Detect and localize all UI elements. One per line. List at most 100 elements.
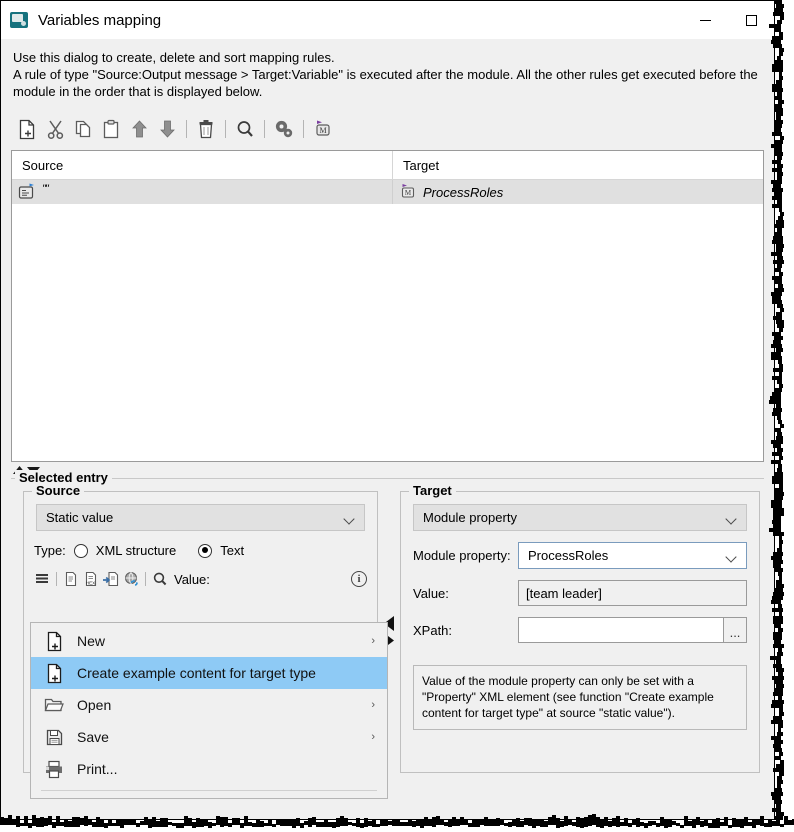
title-bar: Variables mapping — [1, 1, 774, 39]
search-icon[interactable] — [150, 569, 170, 589]
module-property-row: Module property: ProcessRoles — [401, 542, 759, 569]
menu-item-open[interactable]: Open › — [31, 689, 387, 721]
screenshot-bottom-gutter — [0, 820, 794, 832]
target-panel: Target Module property Module property: … — [400, 491, 760, 773]
window-controls — [682, 1, 774, 39]
copy-icon[interactable] — [69, 115, 97, 143]
target-value-row: Value: [team leader] — [401, 580, 759, 606]
module-property-label: Module property: — [413, 548, 518, 563]
chevron-right-icon: › — [371, 635, 379, 647]
target-hint-text: Value of the module property can only be… — [413, 665, 747, 730]
source-value-toolbar: HEX — [24, 568, 377, 590]
menu-item-new-label: New — [67, 633, 371, 649]
svg-text:M: M — [405, 189, 412, 197]
info-icon[interactable]: i — [351, 571, 367, 587]
type-label: Type: — [34, 543, 66, 558]
table-row[interactable]: "" M ProcessRoles — [12, 180, 763, 204]
source-value-label: Value: — [174, 572, 210, 587]
chevron-right-icon: › — [371, 699, 379, 711]
menu-item-open-label: Open — [67, 697, 371, 713]
move-up-icon[interactable] — [125, 115, 153, 143]
chevron-right-icon: › — [371, 731, 379, 743]
svg-text:HEX: HEX — [85, 581, 94, 586]
source-type-combo[interactable]: Static value — [36, 504, 365, 531]
target-legend: Target — [409, 483, 456, 498]
source-type-radio-group: Type: XML structure Text — [24, 543, 377, 558]
cut-icon[interactable] — [41, 115, 69, 143]
new-icon[interactable] — [13, 115, 41, 143]
menu-item-print[interactable]: Print... — [31, 753, 387, 785]
xpath-browse-button[interactable]: ... — [723, 617, 747, 643]
xpath-label: XPath: — [413, 623, 518, 638]
toolbar-separator — [225, 120, 226, 138]
text-view-icon[interactable] — [61, 569, 81, 589]
main-toolbar: M — [1, 108, 774, 150]
save-disk-icon — [41, 728, 67, 747]
maximize-button[interactable] — [728, 1, 774, 39]
minimize-icon — [700, 20, 711, 21]
import-file-icon[interactable] — [101, 569, 121, 589]
module-property-icon: M — [399, 183, 417, 201]
column-header-source[interactable]: Source — [12, 151, 393, 179]
dialog-window: Variables mapping Use this dialog to cre… — [0, 0, 775, 820]
paste-icon[interactable] — [97, 115, 125, 143]
target-type-combo[interactable]: Module property — [413, 504, 747, 531]
move-down-icon[interactable] — [153, 115, 181, 143]
settings-icon[interactable] — [270, 115, 298, 143]
menu-item-create-example-content-label: Create example content for target type — [67, 665, 379, 681]
printer-icon — [41, 760, 67, 779]
cell-source-text: "" — [42, 183, 48, 195]
chevron-down-icon — [345, 515, 355, 521]
column-header-target[interactable]: Target — [393, 151, 763, 179]
module-property-combo[interactable]: ProcessRoles — [518, 542, 747, 569]
cell-target[interactable]: M ProcessRoles — [393, 180, 763, 204]
web-link-icon[interactable] — [121, 569, 141, 589]
menu-item-save-label: Save — [67, 729, 371, 745]
module-property-icon[interactable]: M — [309, 115, 337, 143]
static-value-icon — [18, 183, 36, 201]
toolbar-separator — [303, 120, 304, 138]
svg-text:M: M — [319, 126, 326, 135]
maximize-icon — [746, 15, 757, 26]
description-line-2: A rule of type "Source:Output message > … — [13, 66, 762, 100]
module-property-value: ProcessRoles — [528, 548, 608, 563]
list-splitter-handle[interactable] — [13, 464, 774, 476]
chevron-down-icon — [727, 515, 737, 521]
cell-target-text: ProcessRoles — [423, 185, 503, 200]
target-type-combo-value: Module property — [423, 510, 517, 525]
source-type-combo-value: Static value — [46, 510, 113, 525]
cell-source[interactable]: "" — [12, 180, 393, 204]
folder-open-icon — [41, 696, 67, 714]
source-legend: Source — [32, 483, 84, 498]
new-document-icon — [41, 663, 67, 684]
radio-text-label: Text — [220, 543, 244, 558]
target-value-field[interactable]: [team leader] — [518, 580, 747, 606]
new-document-icon — [41, 631, 67, 652]
source-context-menu[interactable]: New › Create example content for target … — [30, 622, 388, 799]
radio-text[interactable] — [198, 544, 212, 558]
target-value-label: Value: — [413, 586, 518, 601]
search-icon[interactable] — [231, 115, 259, 143]
toolbar-separator — [56, 572, 57, 586]
delete-icon[interactable] — [192, 115, 220, 143]
minimize-button[interactable] — [682, 1, 728, 39]
screenshot-right-gutter — [775, 0, 794, 832]
app-monitor-icon — [10, 12, 28, 28]
menu-item-print-label: Print... — [67, 761, 379, 777]
xpath-input[interactable] — [518, 617, 723, 643]
mapping-rules-list[interactable]: Source Target "" M — [11, 150, 764, 462]
list-header: Source Target — [12, 151, 763, 180]
radio-xml-structure[interactable] — [74, 544, 88, 558]
toolbar-separator — [264, 120, 265, 138]
description-line-1: Use this dialog to create, delete and so… — [13, 49, 762, 66]
hex-view-icon[interactable]: HEX — [81, 569, 101, 589]
menu-separator — [41, 790, 377, 791]
menu-item-create-example-content[interactable]: Create example content for target type — [31, 657, 387, 689]
list-view-icon[interactable] — [32, 569, 52, 589]
menu-item-new[interactable]: New › — [31, 625, 387, 657]
menu-item-save[interactable]: Save › — [31, 721, 387, 753]
toolbar-separator — [186, 120, 187, 138]
xpath-row: XPath: ... — [401, 617, 759, 643]
radio-xml-structure-label: XML structure — [96, 543, 176, 558]
dialog-description: Use this dialog to create, delete and so… — [1, 39, 774, 108]
